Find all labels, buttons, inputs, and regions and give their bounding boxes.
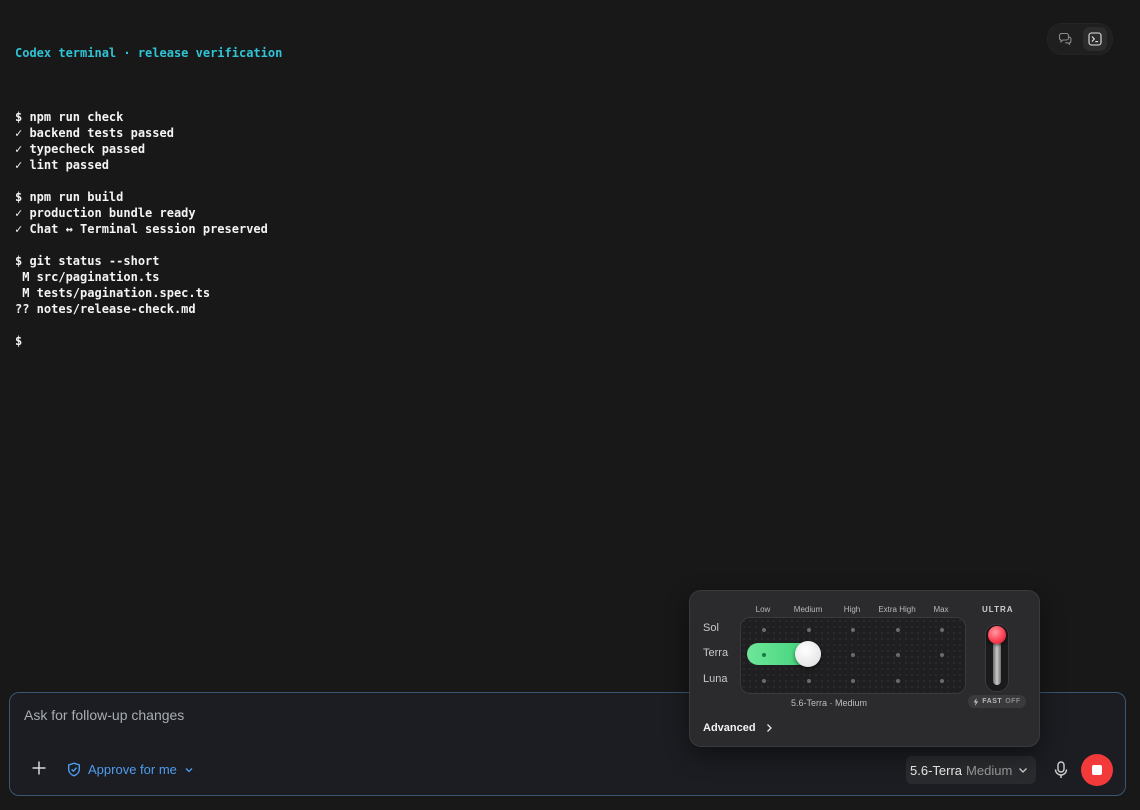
stop-button[interactable] <box>1081 754 1113 786</box>
model-row-label: Luna <box>703 673 728 685</box>
effort-grid-dot[interactable] <box>940 653 944 657</box>
effort-column-label: Extra High <box>878 605 916 614</box>
advanced-label: Advanced <box>703 722 756 734</box>
terminal-line: ✓ Chat ↔ Terminal session preserved <box>15 222 268 236</box>
effort-grid-dot[interactable] <box>896 679 900 683</box>
effort-grid-dot[interactable] <box>762 679 766 683</box>
chevron-down-icon <box>185 767 193 772</box>
terminal-line: M src/pagination.ts <box>15 270 160 284</box>
effort-column-label: Max <box>933 605 949 614</box>
terminal-line: ✓ typecheck passed <box>15 142 146 156</box>
terminal-title: Codex terminal · release verification <box>15 46 283 60</box>
microphone-icon <box>1054 761 1068 778</box>
chat-view-button[interactable] <box>1053 27 1077 51</box>
ultra-toggle-knob[interactable] <box>988 626 1006 644</box>
terminal-line: ✓ backend tests passed <box>15 126 174 140</box>
approval-mode-dropdown[interactable]: Approve for me <box>67 762 194 777</box>
ultra-label: ULTRA <box>982 605 1014 614</box>
effort-grid-dot <box>762 653 766 657</box>
terminal-lines: $ npm run check ✓ backend tests passed ✓ t… <box>15 93 282 349</box>
approval-mode-label: Approve for me <box>88 762 177 777</box>
model-name: 5.6-Terra <box>910 762 963 778</box>
terminal-line: ✓ lint passed <box>15 158 109 172</box>
terminal-line: $ git status --short <box>15 254 160 268</box>
advanced-button[interactable]: Advanced <box>703 722 773 734</box>
fast-label: FAST <box>982 698 1003 705</box>
terminal-line: $ npm run check <box>15 110 124 124</box>
terminal-line: M tests/pagination.spec.ts <box>15 286 211 300</box>
effort-grid-dot[interactable] <box>807 679 811 683</box>
view-toggle <box>1047 23 1113 55</box>
terminal-line: $ npm run build <box>15 190 124 204</box>
terminal-view-button[interactable] <box>1083 27 1107 51</box>
terminal-icon <box>1088 32 1102 46</box>
voice-input-button[interactable] <box>1053 760 1069 780</box>
effort-grid-dot[interactable] <box>851 653 855 657</box>
model-selector[interactable]: 5.6-Terra Medium <box>906 756 1037 784</box>
lightning-icon <box>973 697 979 706</box>
terminal-line: ?? notes/release-check.md <box>15 302 196 316</box>
add-attachment-button[interactable] <box>30 759 48 777</box>
effort-grid-dot[interactable] <box>940 679 944 683</box>
selection-caption: 5.6-Terra · Medium <box>791 698 868 708</box>
plus-icon <box>32 761 46 775</box>
shield-check-icon <box>68 762 80 777</box>
model-row-label: Terra <box>703 647 729 659</box>
effort-column-label: Medium <box>793 605 823 614</box>
model-row-label: Sol <box>703 622 719 634</box>
effort-column-label: High <box>843 605 861 614</box>
chevron-right-icon <box>766 724 772 732</box>
effort-grid-dot[interactable] <box>762 628 766 632</box>
fast-state: OFF <box>1005 698 1021 705</box>
terminal-output: Codex terminal · release verification $ … <box>15 13 282 365</box>
effort-grid-dot[interactable] <box>851 628 855 632</box>
effort-slider-knob[interactable] <box>795 641 821 667</box>
effort-grid[interactable] <box>740 617 966 694</box>
ultra-toggle-bar <box>993 641 1001 685</box>
chevron-down-icon <box>1019 768 1028 773</box>
chat-bubbles-icon <box>1058 32 1072 46</box>
effort-column-label: Low <box>755 605 771 614</box>
effort-grid-dot[interactable] <box>896 653 900 657</box>
effort-grid-dot[interactable] <box>851 679 855 683</box>
model-level: Medium <box>966 762 1013 778</box>
terminal-line: $ <box>15 334 23 348</box>
fast-mode-toggle[interactable]: FAST OFF <box>968 695 1026 708</box>
ultra-toggle[interactable] <box>985 624 1009 692</box>
terminal-line: ✓ production bundle ready <box>15 206 196 220</box>
effort-grid-dot[interactable] <box>896 628 900 632</box>
model-effort-popover: Low Medium High Extra High Max Sol Terra Luna … <box>689 590 1040 747</box>
effort-grid-dot[interactable] <box>807 628 811 632</box>
composer-input[interactable]: Ask for follow-up changes <box>24 707 184 723</box>
effort-grid-dot[interactable] <box>940 628 944 632</box>
stop-icon <box>1092 765 1102 775</box>
